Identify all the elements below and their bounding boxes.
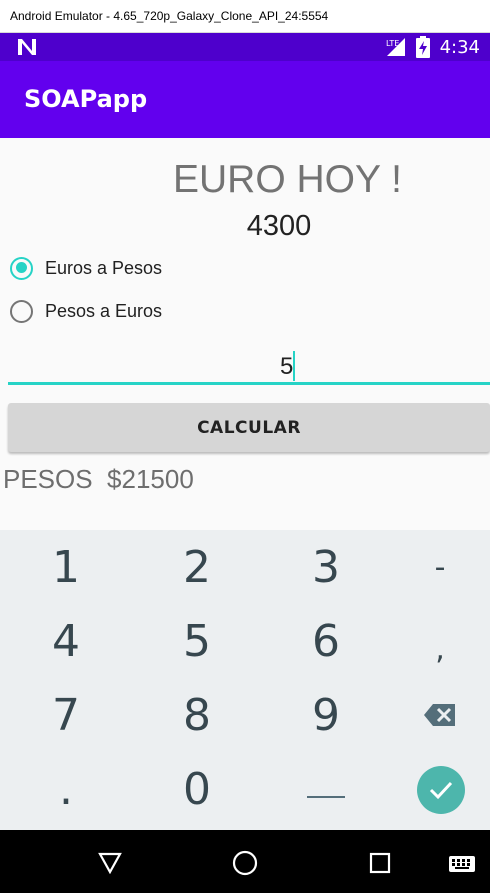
space-icon [307, 796, 345, 798]
key-9[interactable]: 9 [265, 678, 387, 752]
result-text: PESOS $21500 [3, 464, 194, 494]
radio-selected-icon[interactable] [10, 256, 33, 280]
amount-input[interactable]: 5 [8, 343, 490, 385]
numeric-keyboard: 1 2 3 - 4 5 6 , 7 8 9 . 0 [0, 530, 490, 830]
backspace-icon [424, 704, 455, 726]
home-icon[interactable] [232, 850, 258, 876]
main-content: EURO HOY ! 4300 Euros a Pesos Pesos a Eu… [0, 138, 490, 530]
recents-icon[interactable] [369, 852, 391, 874]
svg-text:LTE: LTE [386, 39, 399, 48]
radio-euros-a-pesos[interactable]: Euros a Pesos [10, 253, 162, 283]
wifi-icon: LTE [386, 38, 405, 56]
n-notification-icon [18, 39, 36, 55]
key-1[interactable]: 1 [5, 530, 127, 604]
calculate-button[interactable]: CALCULAR [8, 403, 490, 452]
amount-input-value[interactable]: 5 [280, 353, 293, 381]
radio-label: Euros a Pesos [45, 257, 163, 278]
key-0[interactable]: 0 [136, 752, 258, 826]
page-heading: EURO HOY ! [173, 158, 402, 201]
emulator-window-title: Android Emulator - 4.65_720p_Galaxy_Clon… [0, 0, 490, 33]
key-minus[interactable]: - [379, 530, 490, 604]
radio-unselected-icon[interactable] [10, 299, 33, 323]
battery-charging-icon [415, 36, 430, 58]
status-bar: LTE 4:34 [0, 33, 490, 61]
app-bar: SOAPapp [0, 61, 490, 138]
text-cursor [293, 351, 295, 381]
status-icons: LTE 4:34 [384, 33, 480, 61]
key-6[interactable]: 6 [265, 604, 387, 678]
keyboard-switch-icon[interactable] [448, 855, 476, 873]
radio-label: Pesos a Euros [45, 300, 163, 321]
key-period[interactable]: . [5, 752, 127, 826]
key-space[interactable] [265, 752, 387, 826]
key-4[interactable]: 4 [5, 604, 127, 678]
key-2[interactable]: 2 [136, 530, 258, 604]
key-5[interactable]: 5 [136, 604, 258, 678]
radio-pesos-a-euros[interactable]: Pesos a Euros [10, 296, 162, 326]
key-7[interactable]: 7 [5, 678, 127, 752]
app-title: SOAPapp [24, 85, 148, 113]
key-3[interactable]: 3 [265, 530, 387, 604]
exchange-rate-value: 4300 [246, 210, 312, 242]
status-time: 4:34 [439, 36, 480, 58]
key-done[interactable] [417, 766, 465, 814]
key-comma[interactable]: , [379, 612, 490, 686]
key-8[interactable]: 8 [136, 678, 258, 752]
key-backspace[interactable] [379, 678, 490, 752]
checkmark-icon [429, 781, 453, 800]
back-icon[interactable] [98, 852, 122, 874]
navigation-bar [0, 830, 490, 893]
